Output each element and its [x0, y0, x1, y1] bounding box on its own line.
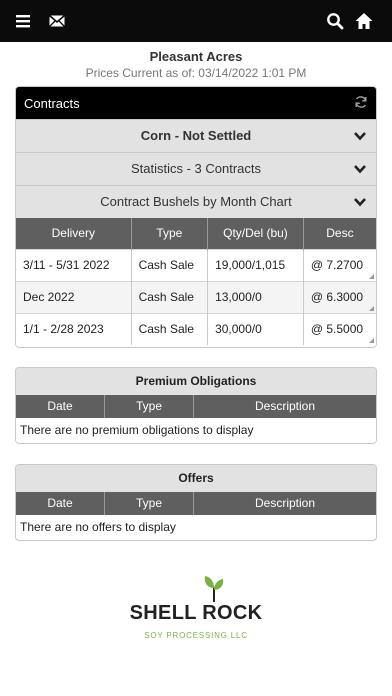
commodity-section-label: Corn - Not Settled: [140, 128, 252, 143]
table-row[interactable]: 3/11 - 5/31 2022 Cash Sale 19,000/1,015 …: [16, 248, 376, 281]
hamburger-menu-icon[interactable]: [13, 11, 33, 31]
logo-name: SHELL ROCK: [129, 602, 263, 624]
type-cell: Cash Sale: [130, 312, 208, 345]
qty-cell: 13,000/0: [207, 280, 304, 313]
desc-value: @ 5.5000: [310, 322, 364, 337]
column-header-qty[interactable]: Qty/Del (bu): [207, 218, 304, 249]
top-navigation-bar: [0, 0, 392, 42]
column-header-date[interactable]: Date: [16, 395, 104, 418]
prices-current-timestamp: Prices Current as of: 03/14/2022 1:01 PM: [85, 66, 307, 80]
refresh-icon[interactable]: [354, 95, 368, 109]
column-header-description[interactable]: Description: [193, 395, 376, 418]
type-cell: Cash Sale: [130, 280, 208, 313]
desc-cell: @ 5.5000: [302, 312, 376, 345]
premium-obligations-panel: Premium Obligations Date Type Descriptio…: [15, 367, 377, 444]
resize-handle-icon: [369, 273, 374, 279]
type-cell: Cash Sale: [130, 248, 208, 281]
table-row[interactable]: Dec 2022 Cash Sale 13,000/0 @ 6.3000: [16, 280, 376, 313]
search-icon[interactable]: [325, 11, 345, 31]
column-header-type[interactable]: Type: [130, 218, 208, 249]
home-icon[interactable]: [354, 11, 374, 31]
chart-section-toggle[interactable]: Contract Bushels by Month Chart: [16, 185, 376, 218]
chevron-down-icon: [354, 132, 366, 141]
shell-rock-logo: SHELL ROCK SOY PROCESSING LLC: [128, 575, 264, 645]
offers-title: Offers: [16, 465, 376, 492]
logo-subtitle: SOY PROCESSING LLC: [144, 631, 248, 640]
column-header-delivery[interactable]: Delivery: [16, 218, 132, 249]
premium-table-header: Date Type Description: [16, 395, 376, 418]
premium-empty-message: There are no premium obligations to disp…: [20, 423, 254, 437]
delivery-cell: 1/1 - 2/28 2023: [16, 312, 132, 345]
column-header-type[interactable]: Type: [104, 395, 193, 418]
delivery-cell: Dec 2022: [16, 280, 132, 313]
contracts-panel: Contracts Corn - Not Settled Statistics …: [15, 86, 377, 348]
desc-cell: @ 6.3000: [302, 280, 376, 313]
table-header-row: Delivery Type Qty/Del (bu) Desc: [16, 218, 376, 249]
qty-cell: 30,000/0: [207, 312, 304, 345]
qty-cell: 19,000/1,015: [207, 248, 304, 281]
offers-table-header: Date Type Description: [16, 492, 376, 515]
premium-obligations-title: Premium Obligations: [16, 368, 376, 395]
commodity-section-toggle[interactable]: Corn - Not Settled: [16, 119, 376, 152]
farm-name: Pleasant Acres: [149, 49, 243, 64]
chart-section-label: Contract Bushels by Month Chart: [100, 194, 292, 209]
envelope-icon[interactable]: [47, 11, 67, 31]
statistics-section-label: Statistics - 3 Contracts: [130, 161, 262, 176]
resize-handle-icon: [369, 305, 374, 311]
table-row[interactable]: 1/1 - 2/28 2023 Cash Sale 30,000/0 @ 5.5…: [16, 312, 376, 345]
desc-cell: @ 7.2700: [302, 248, 376, 281]
chevron-down-icon: [354, 198, 366, 207]
desc-value: @ 6.3000: [310, 290, 364, 304]
contracts-table: Delivery Type Qty/Del (bu) Desc 3/11 - 5…: [16, 218, 376, 345]
column-header-type[interactable]: Type: [104, 492, 193, 515]
column-header-description[interactable]: Description: [193, 492, 376, 515]
column-header-date[interactable]: Date: [16, 492, 104, 515]
resize-handle-icon: [369, 338, 374, 343]
delivery-cell: 3/11 - 5/31 2022: [16, 248, 132, 281]
desc-value: @ 7.2700: [310, 258, 364, 272]
contracts-title: Contracts: [24, 96, 80, 111]
offers-panel: Offers Date Type Description There are n…: [15, 464, 377, 541]
contracts-header: Contracts: [16, 87, 376, 119]
chevron-down-icon: [354, 165, 366, 174]
offers-empty-message: There are no offers to display: [20, 520, 176, 534]
statistics-section-toggle[interactable]: Statistics - 3 Contracts: [16, 152, 376, 185]
column-header-desc[interactable]: Desc: [302, 218, 376, 249]
sprout-icon: [204, 576, 224, 602]
